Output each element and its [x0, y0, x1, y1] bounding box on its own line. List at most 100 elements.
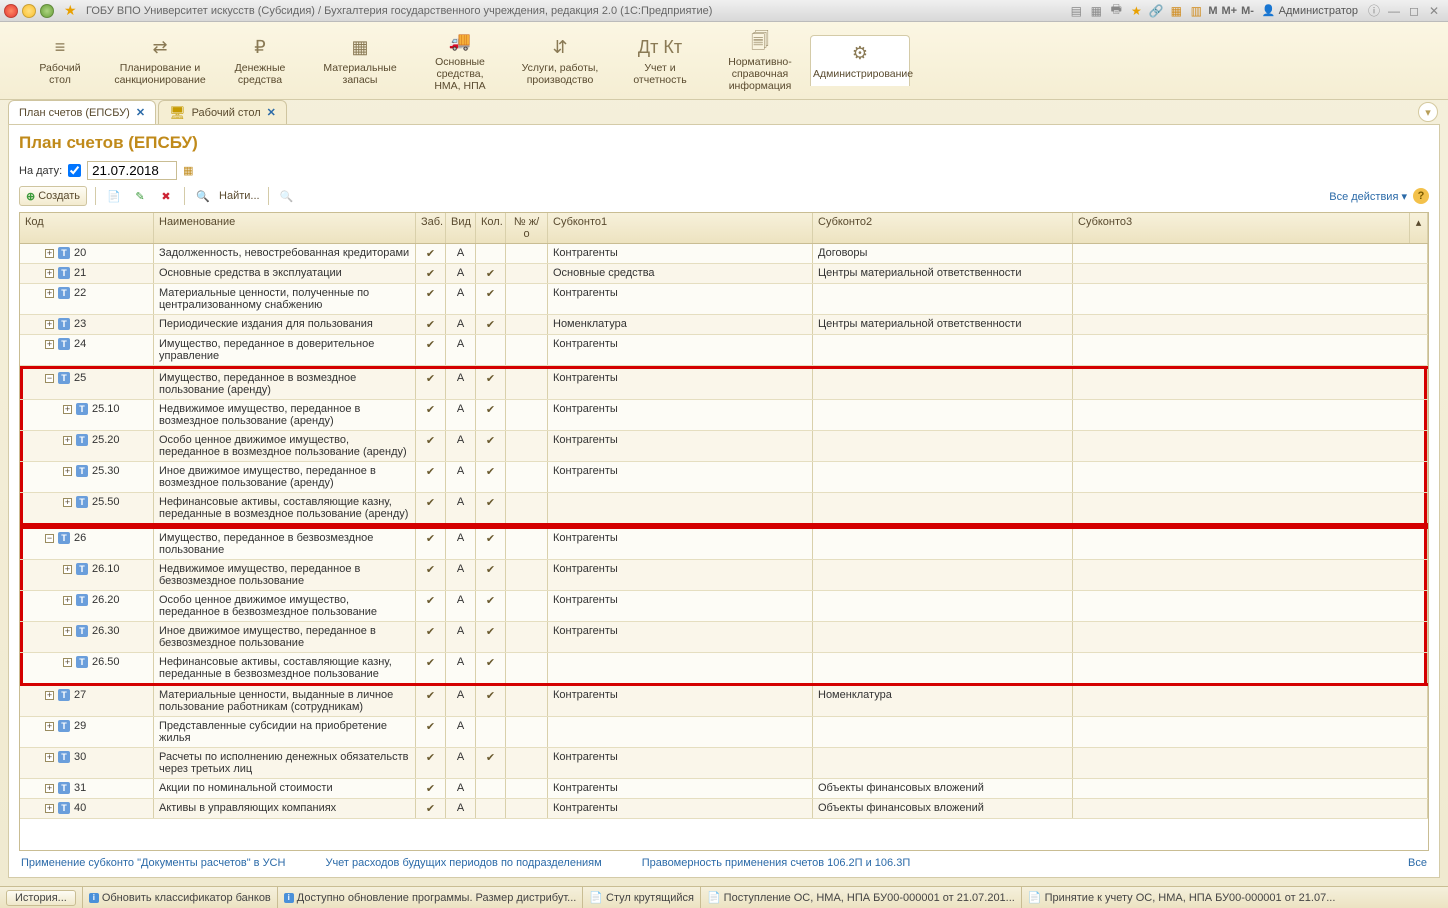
footer-link-all[interactable]: Все — [1408, 857, 1427, 869]
col-njo[interactable]: № ж/о — [506, 213, 548, 243]
toolbar-calendar-icon[interactable]: ▥ — [1188, 3, 1204, 19]
window-close-icon[interactable] — [4, 4, 18, 18]
window-maximize-icon[interactable] — [40, 4, 54, 18]
min-icon[interactable]: — — [1386, 3, 1402, 19]
section-item[interactable]: ≡Рабочийстол — [10, 30, 110, 92]
expand-icon[interactable]: + — [63, 658, 72, 667]
expand-icon[interactable]: + — [45, 269, 54, 278]
col-name[interactable]: Наименование — [154, 213, 416, 243]
create-button[interactable]: ⊕Создать — [19, 186, 87, 206]
col-s2[interactable]: Субконто2 — [813, 213, 1073, 243]
col-vid[interactable]: Вид — [446, 213, 476, 243]
toolbar-icon-2[interactable]: ▦ — [1088, 3, 1104, 19]
expand-icon[interactable]: + — [45, 753, 54, 762]
find-label[interactable]: Найти... — [219, 190, 260, 202]
expand-icon[interactable]: + — [45, 249, 54, 258]
expand-icon[interactable]: + — [63, 467, 72, 476]
table-row[interactable]: +T23Периодические издания для пользовани… — [20, 315, 1428, 335]
table-row[interactable]: +T31Акции по номинальной стоимости✔АКонт… — [20, 779, 1428, 799]
edit-button[interactable]: ✎ — [130, 186, 150, 206]
expand-icon[interactable]: + — [63, 436, 72, 445]
mminus-button[interactable]: M- — [1241, 5, 1254, 17]
section-item[interactable]: Дт КтУчет иотчетность — [610, 30, 710, 92]
delete-button[interactable]: ✖ — [156, 186, 176, 206]
statusbar-item[interactable]: 📄Стул крутящийся — [582, 887, 700, 908]
expand-icon[interactable]: + — [63, 405, 72, 414]
col-s3[interactable]: Субконто3 — [1073, 213, 1410, 243]
table-row[interactable]: +T25.30Иное движимое имущество, переданн… — [20, 462, 1428, 493]
favorite-icon[interactable]: ★ — [64, 3, 80, 19]
col-zab[interactable]: Заб. — [416, 213, 446, 243]
table-row[interactable]: +T25.10Недвижимое имущество, переданное … — [20, 400, 1428, 431]
expand-icon[interactable]: − — [45, 374, 54, 383]
footer-link-1[interactable]: Применение субконто "Документы расчетов"… — [21, 857, 285, 869]
expand-icon[interactable]: + — [63, 498, 72, 507]
table-row[interactable]: +T25.20Особо ценное движимое имущество, … — [20, 431, 1428, 462]
statusbar-item[interactable]: iДоступно обновление программы. Размер д… — [277, 887, 583, 908]
table-row[interactable]: +T30Расчеты по исполнению денежных обяза… — [20, 748, 1428, 779]
expand-icon[interactable]: + — [45, 340, 54, 349]
statusbar-item[interactable]: iОбновить классификатор банков — [82, 887, 277, 908]
tab-close-icon[interactable]: ✕ — [136, 106, 145, 119]
section-item[interactable]: ₽Денежныесредства — [210, 30, 310, 92]
toolbar-icon-1[interactable]: ▤ — [1068, 3, 1084, 19]
col-s1[interactable]: Субконто1 — [548, 213, 813, 243]
col-code[interactable]: Код — [20, 213, 154, 243]
table-row[interactable]: +T26.30Иное движимое имущество, переданн… — [20, 622, 1428, 653]
tab[interactable]: План счетов (ЕПСБУ)✕ — [8, 100, 156, 124]
footer-link-3[interactable]: Правомерность применения счетов 106.2П и… — [642, 857, 911, 869]
expand-icon[interactable]: + — [45, 784, 54, 793]
table-row[interactable]: +T29Представленные субсидии на приобрете… — [20, 717, 1428, 748]
toolbar-star-icon[interactable]: ★ — [1128, 3, 1144, 19]
expand-icon[interactable]: + — [45, 289, 54, 298]
section-item[interactable]: ⇵Услуги, работы,производство — [510, 30, 610, 92]
section-item[interactable]: 🗐Нормативно-справочнаяинформация — [710, 24, 810, 98]
table-row[interactable]: +T25.50Нефинансовые активы, составляющие… — [20, 493, 1428, 526]
m-button[interactable]: M — [1208, 5, 1217, 17]
toolbar-icon-5[interactable]: 🔗 — [1148, 3, 1164, 19]
toolbar-icon-3[interactable]: 🖶 — [1108, 3, 1124, 19]
max-icon[interactable]: ◻ — [1406, 3, 1422, 19]
tabs-chevron-icon[interactable]: ▾ — [1418, 102, 1438, 122]
expand-icon[interactable]: + — [63, 565, 72, 574]
table-row[interactable]: −T25Имущество, переданное в возмездное п… — [20, 366, 1428, 400]
expand-icon[interactable]: − — [45, 534, 54, 543]
table-row[interactable]: −T26Имущество, переданное в безвозмездно… — [20, 526, 1428, 560]
date-field[interactable] — [87, 161, 177, 180]
table-row[interactable]: +T22Материальные ценности, полученные по… — [20, 284, 1428, 315]
expand-icon[interactable]: + — [63, 627, 72, 636]
table-row[interactable]: +T24Имущество, переданное в доверительно… — [20, 335, 1428, 366]
calendar-icon[interactable]: ▦ — [183, 164, 193, 177]
expand-icon[interactable]: + — [45, 722, 54, 731]
toolbar-calc-icon[interactable]: ▦ — [1168, 3, 1184, 19]
section-item[interactable]: ⇄Планирование исанкционирование — [110, 30, 210, 92]
table-row[interactable]: +T26.10Недвижимое имущество, переданное … — [20, 560, 1428, 591]
history-button[interactable]: История... — [6, 890, 76, 906]
expand-icon[interactable]: + — [45, 804, 54, 813]
window-minimize-icon[interactable] — [22, 4, 36, 18]
table-row[interactable]: +T21Основные средства в эксплуатации✔А✔О… — [20, 264, 1428, 284]
scroll-up-icon[interactable]: ▴ — [1410, 213, 1428, 243]
tab-close-icon[interactable]: ✕ — [267, 106, 276, 119]
table-row[interactable]: +T27Материальные ценности, выданные в ли… — [20, 686, 1428, 717]
info-icon[interactable]: ⓘ — [1366, 3, 1382, 19]
copy-button[interactable]: 📄 — [104, 186, 124, 206]
tab[interactable]: 🖥Рабочий стол✕ — [158, 100, 287, 124]
mplus-button[interactable]: M+ — [1222, 5, 1238, 17]
expand-icon[interactable]: + — [45, 691, 54, 700]
expand-icon[interactable]: + — [45, 320, 54, 329]
section-item[interactable]: 🚚Основные средства,НМА, НПА — [410, 24, 510, 98]
footer-link-2[interactable]: Учет расходов будущих периодов по подраз… — [325, 857, 601, 869]
user-label[interactable]: 👤Администратор — [1262, 4, 1358, 17]
table-row[interactable]: +T26.50Нефинансовые активы, составляющие… — [20, 653, 1428, 686]
table-row[interactable]: +T26.20Особо ценное движимое имущество, … — [20, 591, 1428, 622]
grid-body[interactable]: +T20Задолженность, невостребованная кред… — [20, 244, 1428, 850]
close-icon[interactable]: ✕ — [1426, 3, 1442, 19]
clear-filter-icon[interactable]: 🔍 — [277, 186, 297, 206]
expand-icon[interactable]: + — [63, 596, 72, 605]
search-icon[interactable]: 🔍 — [193, 186, 213, 206]
section-item[interactable]: ▦Материальныезапасы — [310, 30, 410, 92]
all-actions-button[interactable]: Все действия ▾ — [1329, 190, 1407, 203]
statusbar-item[interactable]: 📄Принятие к учету ОС, НМА, НПА БУ00-0000… — [1021, 887, 1342, 908]
section-item[interactable]: ⚙Администрирование — [810, 35, 910, 86]
